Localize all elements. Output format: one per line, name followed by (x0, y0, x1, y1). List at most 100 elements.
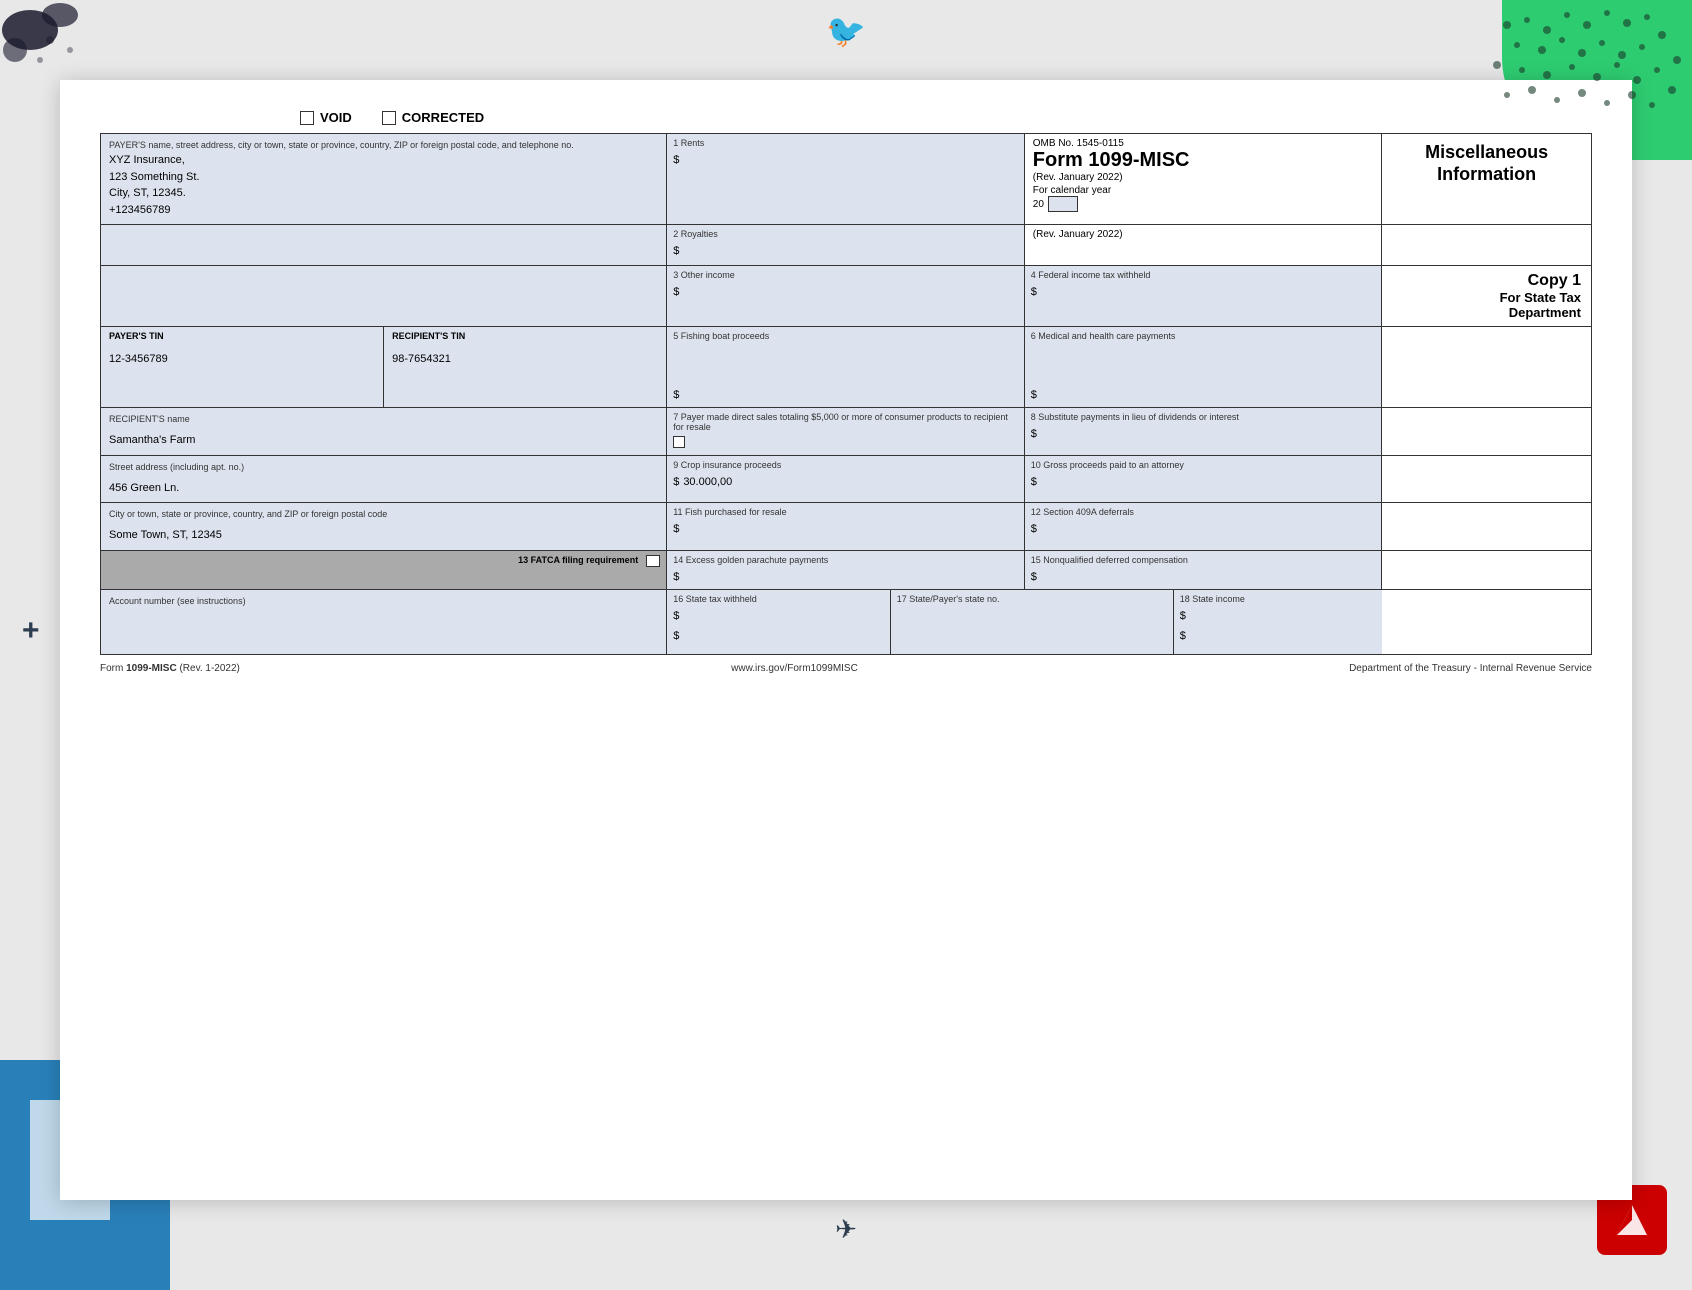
recipient-name-value: Samantha's Farm (109, 426, 658, 449)
calendar-year-row: 20 (1033, 196, 1374, 212)
year-input-box[interactable] (1048, 196, 1078, 212)
field-4-label: 4 Federal income tax withheld (1031, 270, 1376, 280)
street-address-value: 456 Green Ln. (109, 474, 658, 497)
row-2: 2 Royalties $ (Rev. January 2022) (101, 225, 1591, 266)
field-5-cell: 5 Fishing boat proceeds $ (667, 327, 1025, 407)
corrected-checkbox-label[interactable]: CORRECTED (382, 110, 484, 125)
fatca-checkbox[interactable] (646, 555, 660, 567)
field-14-value[interactable] (681, 569, 1017, 585)
field-5-value[interactable] (681, 387, 1017, 403)
field-16-cell: 16 State tax withheld $ $ (667, 590, 891, 654)
field-15-value[interactable] (1039, 569, 1375, 585)
payer-spacer (101, 225, 667, 265)
void-checkbox[interactable] (300, 111, 314, 125)
field-11-input[interactable]: $ (673, 521, 1018, 537)
row-9: Account number (see instructions) 16 Sta… (101, 590, 1591, 654)
row6-spacer (1382, 456, 1591, 503)
fatca-label: 13 FATCA filing requirement (518, 555, 638, 567)
row7-spacer (1382, 503, 1591, 550)
field-10-label: 10 Gross proceeds paid to an attorney (1031, 460, 1376, 470)
field-7-cell: 7 Payer made direct sales totaling $5,00… (667, 408, 1025, 455)
row5-spacer (1382, 408, 1591, 455)
payer-label: PAYER'S name, street address, city or to… (109, 140, 658, 150)
field-1-input[interactable]: $ (673, 152, 1018, 168)
field-9-cell: 9 Crop insurance proceeds $ (667, 456, 1025, 503)
city-state-cell: City or town, state or province, country… (101, 503, 667, 550)
payer-phone: +123456789 (109, 202, 658, 219)
field-6-cell: 6 Medical and health care payments $ (1025, 327, 1383, 407)
payer-tin-cell: PAYER'S TIN 12-3456789 (101, 327, 384, 407)
payer-spacer-2 (101, 266, 667, 326)
calendar-year-label: For calendar year (1033, 185, 1374, 196)
field-17b-line[interactable] (897, 628, 1167, 644)
field-12-label: 12 Section 409A deferrals (1031, 507, 1376, 517)
field-16b-value[interactable] (681, 628, 883, 644)
field-8-value[interactable] (1039, 426, 1375, 442)
field-10-input[interactable]: $ (1031, 474, 1376, 490)
account-number-cell: Account number (see instructions) (101, 590, 667, 654)
field-18b-value[interactable] (1188, 628, 1376, 644)
field-12-cell: 12 Section 409A deferrals $ (1025, 503, 1383, 550)
misc-spacer-1 (1382, 225, 1591, 265)
footer-dept: Department of the Treasury - Internal Re… (1349, 663, 1592, 674)
calendar-year-prefix: 20 (1033, 199, 1044, 210)
field-5-label: 5 Fishing boat proceeds (673, 331, 1018, 341)
field-3-value[interactable] (681, 284, 1017, 300)
void-corrected-row: VOID CORRECTED (100, 110, 1592, 125)
account-number-label: Account number (see instructions) (109, 596, 658, 606)
row-4: PAYER'S TIN 12-3456789 RECIPIENT'S TIN 9… (101, 327, 1591, 408)
field-14-input[interactable]: $ (673, 569, 1018, 585)
field-16b-input[interactable]: $ (673, 628, 884, 644)
bird-top-icon: 🐦 (826, 12, 866, 50)
copy1-sub1: For State Tax (1392, 290, 1581, 305)
field-4-value[interactable] (1039, 284, 1375, 300)
field-8-input[interactable]: $ (1031, 426, 1376, 442)
field-17a-line[interactable] (897, 608, 1167, 624)
form-footer: Form 1099-MISC (Rev. 1-2022) www.irs.gov… (100, 663, 1592, 674)
form-name: Form 1099-MISC (1033, 149, 1374, 172)
field-15-label: 15 Nonqualified deferred compensation (1031, 555, 1376, 565)
field-2-input[interactable]: $ (673, 243, 1018, 259)
footer-form-label: Form 1099-MISC (Rev. 1-2022) (100, 663, 240, 674)
fatca-cell: 13 FATCA filing requirement (101, 551, 667, 589)
field-6-input[interactable]: $ (1031, 387, 1376, 403)
payer-tin-label: PAYER'S TIN (109, 331, 375, 341)
field-12-value[interactable] (1039, 521, 1375, 537)
row-6: Street address (including apt. no.) 456 … (101, 456, 1591, 504)
field-4-input[interactable]: $ (1031, 284, 1376, 300)
field-18b-input[interactable]: $ (1180, 628, 1377, 644)
payer-tin-value: 12-3456789 (109, 341, 375, 365)
field-7-checkbox-box[interactable] (673, 436, 685, 448)
void-checkbox-label[interactable]: VOID (300, 110, 352, 125)
field-18a-value[interactable] (1188, 608, 1376, 624)
field-1-value[interactable] (681, 152, 1017, 168)
corrected-checkbox[interactable] (382, 111, 396, 125)
field-15-input[interactable]: $ (1031, 569, 1376, 585)
corrected-label: CORRECTED (402, 110, 484, 125)
payer-address2: City, ST, 12345. (109, 185, 658, 202)
copy1-label: Copy 1 (1392, 272, 1581, 290)
field-18a-input[interactable]: $ (1180, 608, 1377, 624)
field-5-input[interactable]: $ (673, 387, 1018, 403)
omb-cell: OMB No. 1545-0115 Form 1099-MISC (Rev. J… (1025, 134, 1383, 224)
field-9-input[interactable]: $ (673, 474, 1018, 490)
field-2-value[interactable] (681, 243, 1017, 259)
field-9-value[interactable] (681, 474, 1017, 490)
field-10-cell: 10 Gross proceeds paid to an attorney $ (1025, 456, 1383, 503)
field-17-label: 17 State/Payer's state no. (897, 594, 1167, 604)
field-16a-input[interactable]: $ (673, 608, 884, 624)
field-8-label: 8 Substitute payments in lieu of dividen… (1031, 412, 1376, 422)
payer-name: XYZ Insurance, (109, 152, 658, 169)
field-12-input[interactable]: $ (1031, 521, 1376, 537)
field-10-value[interactable] (1039, 474, 1375, 490)
street-address-label: Street address (including apt. no.) (109, 462, 658, 472)
row-7: City or town, state or province, country… (101, 503, 1591, 551)
field-7-checkbox (673, 436, 1018, 448)
field-3-input[interactable]: $ (673, 284, 1018, 300)
field-6-value[interactable] (1039, 387, 1375, 403)
form-subtitle: (Rev. January 2022) (1033, 172, 1374, 183)
field-16a-value[interactable] (681, 608, 883, 624)
recipient-name-cell: RECIPIENT'S name Samantha's Farm (101, 408, 667, 455)
field-11-value[interactable] (681, 521, 1017, 537)
row-3: 3 Other income $ 4 Federal income tax wi… (101, 266, 1591, 327)
